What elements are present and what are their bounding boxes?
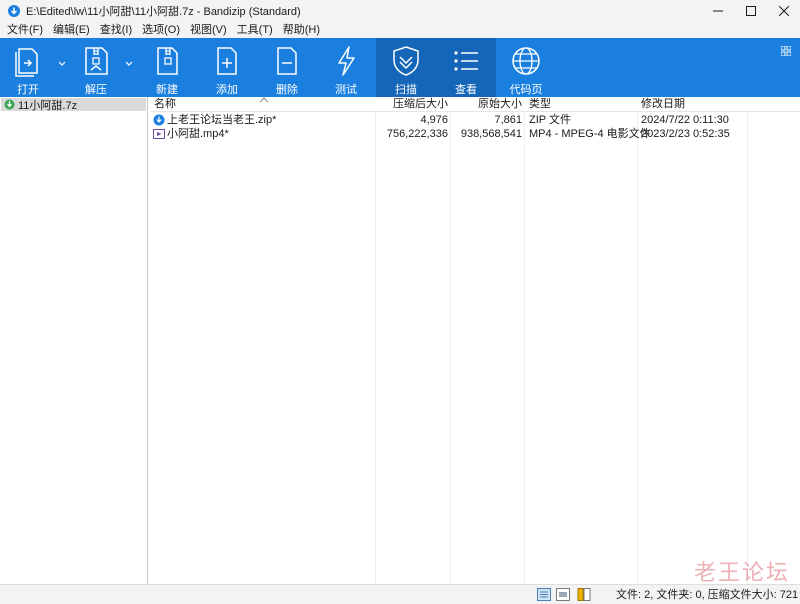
title-bar: E:\Edited\lw\11小阿甜\11小阿甜.7z - Bandizip (…	[0, 0, 800, 22]
new-archive-icon	[157, 47, 178, 75]
menu-find[interactable]: 查找(I)	[95, 22, 137, 38]
add-button[interactable]: 添加	[205, 38, 249, 97]
menu-file[interactable]: 文件(F)	[2, 22, 48, 38]
file-original-size: 938,568,541	[460, 128, 522, 140]
scan-button[interactable]: 扫描	[376, 38, 436, 97]
open-button[interactable]: 打开	[6, 38, 50, 97]
open-archive-icon	[15, 48, 38, 77]
file-type: ZIP 文件	[529, 114, 571, 126]
column-header-modified[interactable]: 修改日期	[641, 97, 685, 112]
file-modified: 2023/2/23 0:52:35	[641, 128, 730, 140]
open-dropdown-chevron-down-icon[interactable]	[57, 58, 67, 68]
close-icon	[778, 6, 789, 16]
file-packed-size: 4,976	[420, 114, 448, 126]
column-separator	[524, 97, 525, 584]
extract-label: 解压	[85, 84, 107, 96]
delete-label: 删除	[276, 84, 298, 96]
column-header-type[interactable]: 类型	[529, 97, 551, 112]
tree-panel-toggle-icon[interactable]	[577, 588, 591, 601]
minimize-button[interactable]	[701, 0, 734, 22]
codepage-label: 代码页	[509, 84, 543, 96]
tree-item-label: 11小阿甜.7z	[18, 99, 78, 112]
open-label: 打开	[17, 84, 39, 96]
file-type: MP4 - MPEG-4 电影文件	[529, 128, 651, 140]
list-view-icon	[454, 51, 478, 71]
column-separator	[747, 97, 748, 584]
file-modified: 2024/7/22 0:11:30	[641, 114, 729, 126]
window-title: E:\Edited\lw\11小阿甜\11小阿甜.7z - Bandizip (…	[26, 6, 301, 18]
delete-button[interactable]: 删除	[265, 38, 309, 97]
menu-tools[interactable]: 工具(T)	[232, 22, 278, 38]
minimize-icon	[712, 10, 723, 12]
codepage-button[interactable]: 代码页	[503, 38, 549, 97]
maximize-button[interactable]	[734, 0, 767, 22]
file-name: 上老王论坛当老王.zip*	[167, 114, 277, 126]
add-file-icon	[217, 47, 237, 75]
lightning-bolt-icon	[338, 46, 355, 76]
watermark-text: 老王论坛	[693, 561, 790, 586]
column-header-name[interactable]: 名称	[154, 97, 176, 112]
shield-icon	[393, 46, 419, 76]
extract-dropdown-chevron-down-icon[interactable]	[124, 58, 134, 68]
list-header: 名称 压缩后大小 原始大小 类型 修改日期	[151, 97, 800, 112]
archive-root-icon	[4, 99, 15, 110]
sort-ascending-chevron-up-icon	[259, 97, 269, 103]
layout-grid-icon[interactable]	[781, 46, 791, 56]
test-button[interactable]: 测试	[324, 38, 368, 97]
view-label: 查看	[455, 84, 477, 96]
bandizip-app-icon	[8, 5, 20, 17]
close-button[interactable]	[767, 0, 800, 22]
table-row[interactable]: 上老王论坛当老王.zip* 4,976 7,861 ZIP 文件 2024/7/…	[151, 113, 800, 127]
delete-file-icon	[277, 47, 297, 75]
thumbnail-view-icon[interactable]	[556, 588, 570, 601]
menu-help[interactable]: 帮助(H)	[278, 22, 325, 38]
video-file-icon	[153, 129, 165, 139]
table-row[interactable]: 小阿甜.mp4* 756,222,336 938,568,541 MP4 - M…	[151, 127, 800, 141]
file-list[interactable]: 名称 压缩后大小 原始大小 类型 修改日期 上老王论坛当老王.zip* 4,97…	[151, 97, 800, 584]
tree-item-archive-root[interactable]: 11小阿甜.7z	[1, 98, 146, 112]
file-name: 小阿甜.mp4*	[167, 128, 229, 140]
zip-file-icon	[153, 114, 165, 126]
file-original-size: 7,861	[494, 114, 522, 126]
folder-tree-pane[interactable]: 11小阿甜.7z	[0, 97, 148, 584]
file-packed-size: 756,222,336	[386, 128, 448, 140]
status-text: 文件: 2, 文件夹: 0, 压缩文件大小: 721 MB	[616, 589, 800, 601]
new-archive-button[interactable]: 新建	[145, 38, 189, 97]
column-separator	[450, 97, 451, 584]
toolbar: 打开 解压 新建 添加 删除 测试 扫描 查看 代码页	[0, 38, 800, 97]
view-button[interactable]: 查看	[436, 38, 496, 97]
test-label: 测试	[335, 84, 357, 96]
extract-archive-icon	[85, 47, 108, 75]
column-separator	[375, 97, 376, 584]
globe-icon	[512, 47, 540, 75]
menu-view[interactable]: 视图(V)	[185, 22, 232, 38]
column-separator	[637, 97, 638, 584]
scan-label: 扫描	[395, 84, 417, 96]
column-header-packed-size[interactable]: 压缩后大小	[375, 97, 448, 112]
menu-edit[interactable]: 编辑(E)	[48, 22, 95, 38]
details-view-icon[interactable]	[537, 588, 551, 601]
extract-button[interactable]: 解压	[73, 38, 119, 97]
maximize-icon	[745, 6, 756, 16]
menu-options[interactable]: 选项(O)	[137, 22, 185, 38]
add-label: 添加	[216, 84, 238, 96]
column-header-original-size[interactable]: 原始大小	[450, 97, 522, 112]
menu-bar: 文件(F) 编辑(E) 查找(I) 选项(O) 视图(V) 工具(T) 帮助(H…	[0, 22, 800, 38]
status-bar: 文件: 2, 文件夹: 0, 压缩文件大小: 721 MB	[0, 584, 800, 604]
new-label: 新建	[156, 84, 178, 96]
